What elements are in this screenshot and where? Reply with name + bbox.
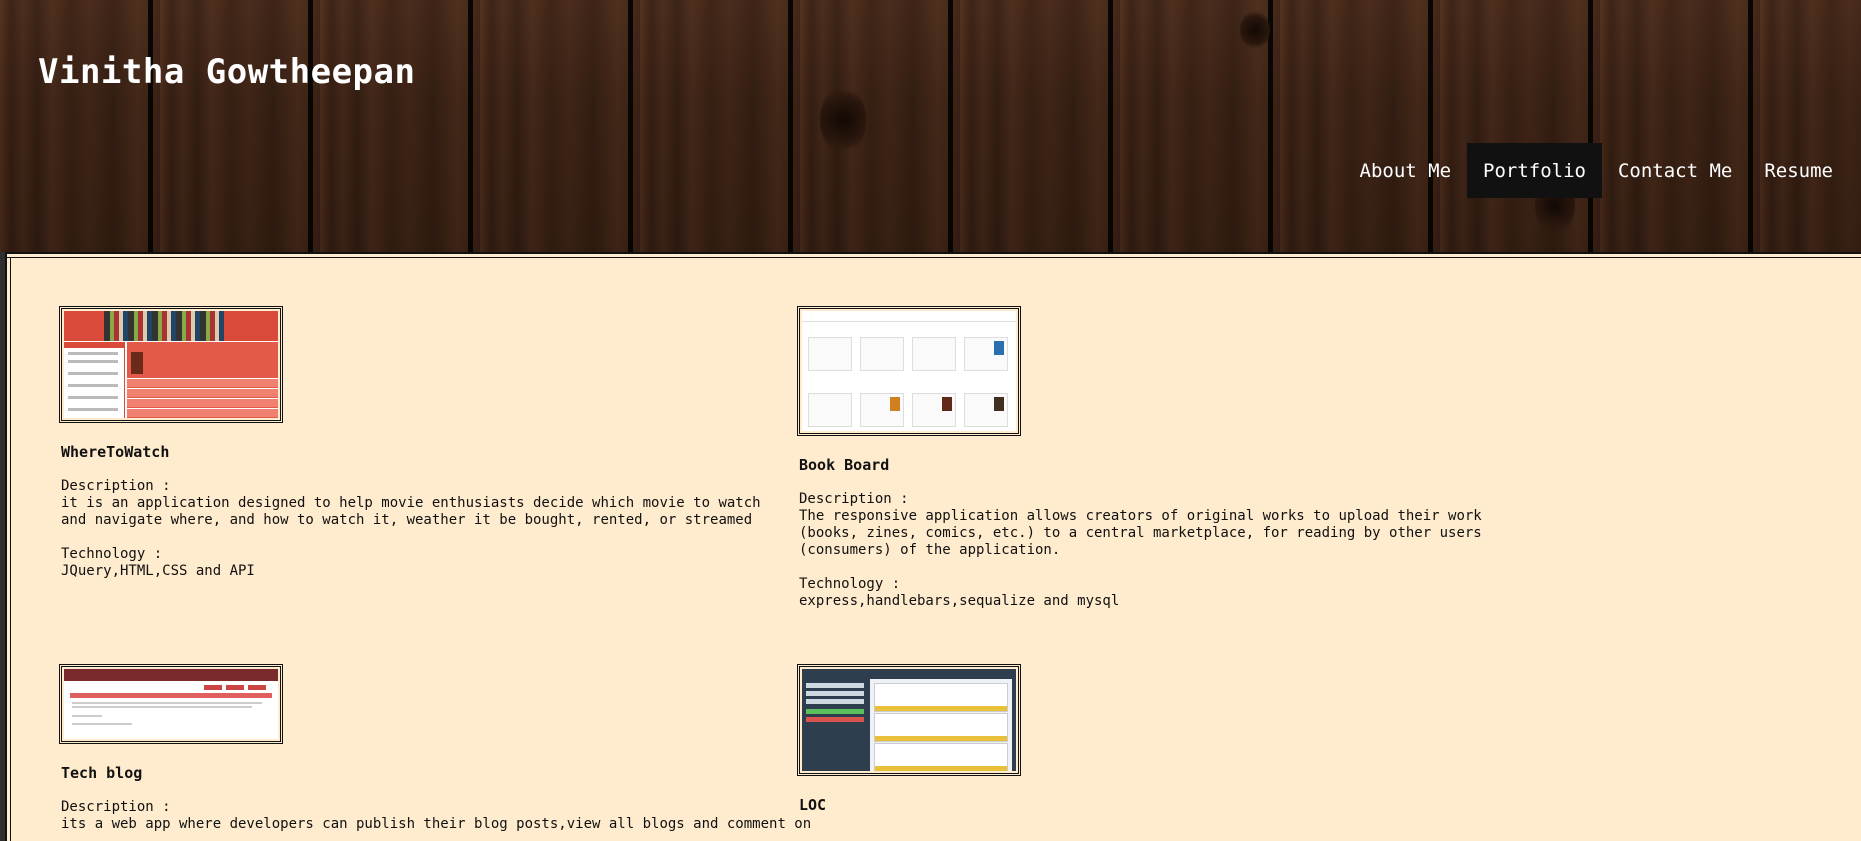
nav-contact-me[interactable]: Contact Me [1602,143,1748,198]
project-card-tech-blog: Tech blog Description : its a web app wh… [59,664,811,833]
header-banner: Vinitha Gowtheepan About Me Portfolio Co… [0,0,1861,252]
project-card-loc: LOC [797,664,1499,814]
wood-knot [1240,10,1270,50]
technology-label: Technology : [799,576,901,592]
project-screenshot-tech-blog[interactable] [59,664,283,744]
description-label: Description : [799,491,909,507]
project-card-book-board: Book Board Description : The responsive … [797,306,1499,610]
portfolio-section: WhereToWatch Description : it is an appl… [5,252,1861,841]
project-card-wheretowatch: WhereToWatch Description : it is an appl… [59,306,761,580]
project-screenshot-book-board[interactable] [797,306,1021,436]
main-nav: About Me Portfolio Contact Me Resume [1344,143,1850,198]
nav-about-me[interactable]: About Me [1344,143,1468,198]
project-title: Tech blog [61,764,143,782]
technology-label: Technology : [61,546,163,562]
project-title: Book Board [799,456,890,474]
project-title: WhereToWatch [61,443,170,461]
project-technology: express,handlebars,sequalize and mysql [799,593,1120,609]
site-title: Vinitha Gowtheepan [38,52,416,92]
nav-resume[interactable]: Resume [1748,143,1849,198]
description-label: Description : [61,478,171,494]
project-technology: JQuery,HTML,CSS and API [61,563,255,579]
project-title: LOC [799,796,827,814]
project-description: The responsive application allows creato… [799,508,1482,558]
nav-portfolio[interactable]: Portfolio [1467,143,1602,198]
description-label: Description : [61,799,171,815]
project-description: its a web app where developers can publi… [61,816,812,832]
project-screenshot-loc[interactable] [797,664,1021,776]
project-screenshot-wheretowatch[interactable] [59,306,283,423]
project-description: it is an application designed to help mo… [61,495,761,528]
wood-knot [820,85,866,155]
